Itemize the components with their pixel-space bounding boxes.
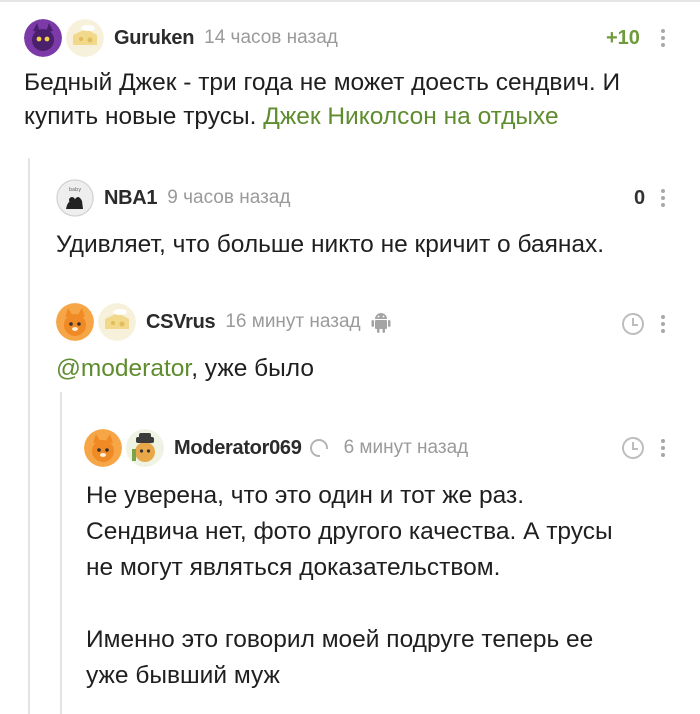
svg-text:baby: baby xyxy=(69,187,81,193)
username[interactable]: Guruken xyxy=(114,27,194,50)
comment-text: Бедный Джек - три года не может доесть с… xyxy=(24,66,684,134)
cheese-badge-icon xyxy=(66,19,104,57)
timestamp[interactable]: 9 часов назад xyxy=(167,187,290,209)
comment-line: Не уверена, что это один и тот же раз. xyxy=(86,482,525,509)
comment-header: baby NBA1 9 часов назад xyxy=(56,178,290,218)
comment-line: уже бывший муж xyxy=(86,662,280,689)
clock-icon[interactable] xyxy=(622,313,644,335)
comment-line-blank xyxy=(86,586,686,622)
username[interactable]: NBA1 xyxy=(104,187,158,210)
comment-header: Guruken 14 часов назад xyxy=(24,18,338,58)
cheese-badge-icon xyxy=(98,303,136,341)
username[interactable]: CSVrus xyxy=(146,311,216,334)
top-divider xyxy=(0,0,700,2)
orange-cat-avatar[interactable] xyxy=(84,429,122,467)
rating-value: 0 xyxy=(634,187,646,209)
comment-text: Удивляет, что больше никто не кричит о б… xyxy=(56,231,605,258)
comment-body: , уже было xyxy=(191,355,314,382)
comment-line: Сендвича нет, фото другого качества. А т… xyxy=(86,518,613,545)
more-options-icon[interactable] xyxy=(660,27,666,49)
moderator-cat-badge-icon xyxy=(126,429,164,467)
mention-link[interactable]: @moderator xyxy=(56,355,191,382)
comment-text: @moderator, уже было xyxy=(56,352,686,386)
comment-header: CSVrus 16 минут назад xyxy=(56,302,391,342)
orange-cat-avatar[interactable] xyxy=(56,303,94,341)
comment-text: Не уверена, что это один и тот же раз. С… xyxy=(86,478,686,694)
comment-line: не могут являться доказательством. xyxy=(86,554,501,581)
timestamp[interactable]: 14 часов назад xyxy=(204,27,338,49)
rating-value: +10 xyxy=(606,27,640,49)
thread-line[interactable] xyxy=(60,392,62,714)
post-link[interactable]: Джек Николсон на отдыхе xyxy=(263,103,558,130)
more-options-icon[interactable] xyxy=(660,313,666,335)
more-options-icon[interactable] xyxy=(660,187,666,209)
thread-line[interactable] xyxy=(28,158,30,714)
android-icon xyxy=(371,311,391,333)
comment-header: Moderator069 6 минут назад xyxy=(84,428,468,468)
moderator-status-icon xyxy=(309,439,328,457)
timestamp[interactable]: 6 минут назад xyxy=(344,437,469,459)
black-cat-sketch-avatar[interactable]: baby xyxy=(56,179,94,217)
timestamp[interactable]: 16 минут назад xyxy=(225,311,360,333)
clock-icon[interactable] xyxy=(622,437,644,459)
more-options-icon[interactable] xyxy=(660,437,666,459)
username[interactable]: Moderator069 xyxy=(174,437,302,460)
comment-line: Именно это говорил моей подруге теперь е… xyxy=(86,626,594,653)
purple-cat-avatar[interactable] xyxy=(24,19,62,57)
